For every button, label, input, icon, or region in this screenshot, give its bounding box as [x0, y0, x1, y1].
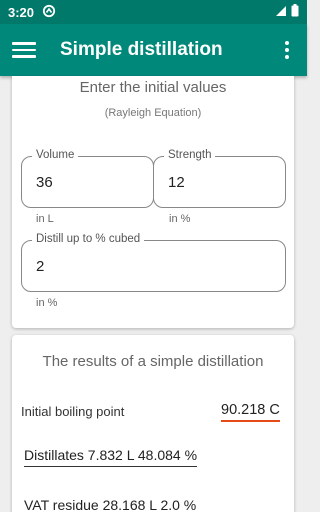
strength-unit-hint: in %: [169, 213, 191, 225]
distill-label: Distill up to % cubed: [32, 233, 145, 245]
data-saver-icon: [42, 4, 56, 21]
input-subheading: (Rayleigh Equation): [104, 107, 202, 119]
initial-boiling-value: 90.218 C: [221, 402, 280, 422]
results-heading: The results of a simple distillation: [42, 353, 264, 370]
strength-label: Strength: [164, 149, 216, 161]
signal-icon: [275, 5, 287, 20]
strength-field[interactable]: Strength 12: [153, 149, 286, 208]
volume-label: Volume: [32, 149, 79, 161]
input-heading: Enter the initial values: [79, 79, 227, 96]
more-options-icon[interactable]: [279, 41, 295, 59]
distill-unit-hint: in %: [36, 297, 58, 309]
strength-value: 12: [168, 174, 185, 191]
status-bar: 3:20: [0, 0, 307, 24]
distill-value: 2: [36, 258, 45, 275]
status-time: 3:20: [8, 4, 35, 20]
app-bar: Simple distillation: [0, 24, 307, 76]
distillates-result: Distillates 7.832 L 48.084 %: [24, 447, 198, 467]
results-card: The results of a simple distillation Ini…: [12, 335, 294, 512]
menu-icon[interactable]: [12, 42, 36, 58]
volume-value: 36: [36, 174, 53, 191]
volume-unit-hint: in L: [36, 213, 54, 225]
input-card: Enter the initial values (Rayleigh Equat…: [12, 76, 294, 328]
initial-boiling-label: Initial boiling point: [21, 404, 125, 419]
vat-residue-result: VAT residue 28.168 L 2.0 %: [24, 497, 196, 512]
distill-field[interactable]: Distill up to % cubed 2: [21, 233, 286, 292]
battery-icon: [291, 4, 299, 20]
app-title: Simple distillation: [60, 39, 223, 60]
volume-field[interactable]: Volume 36: [21, 149, 154, 208]
